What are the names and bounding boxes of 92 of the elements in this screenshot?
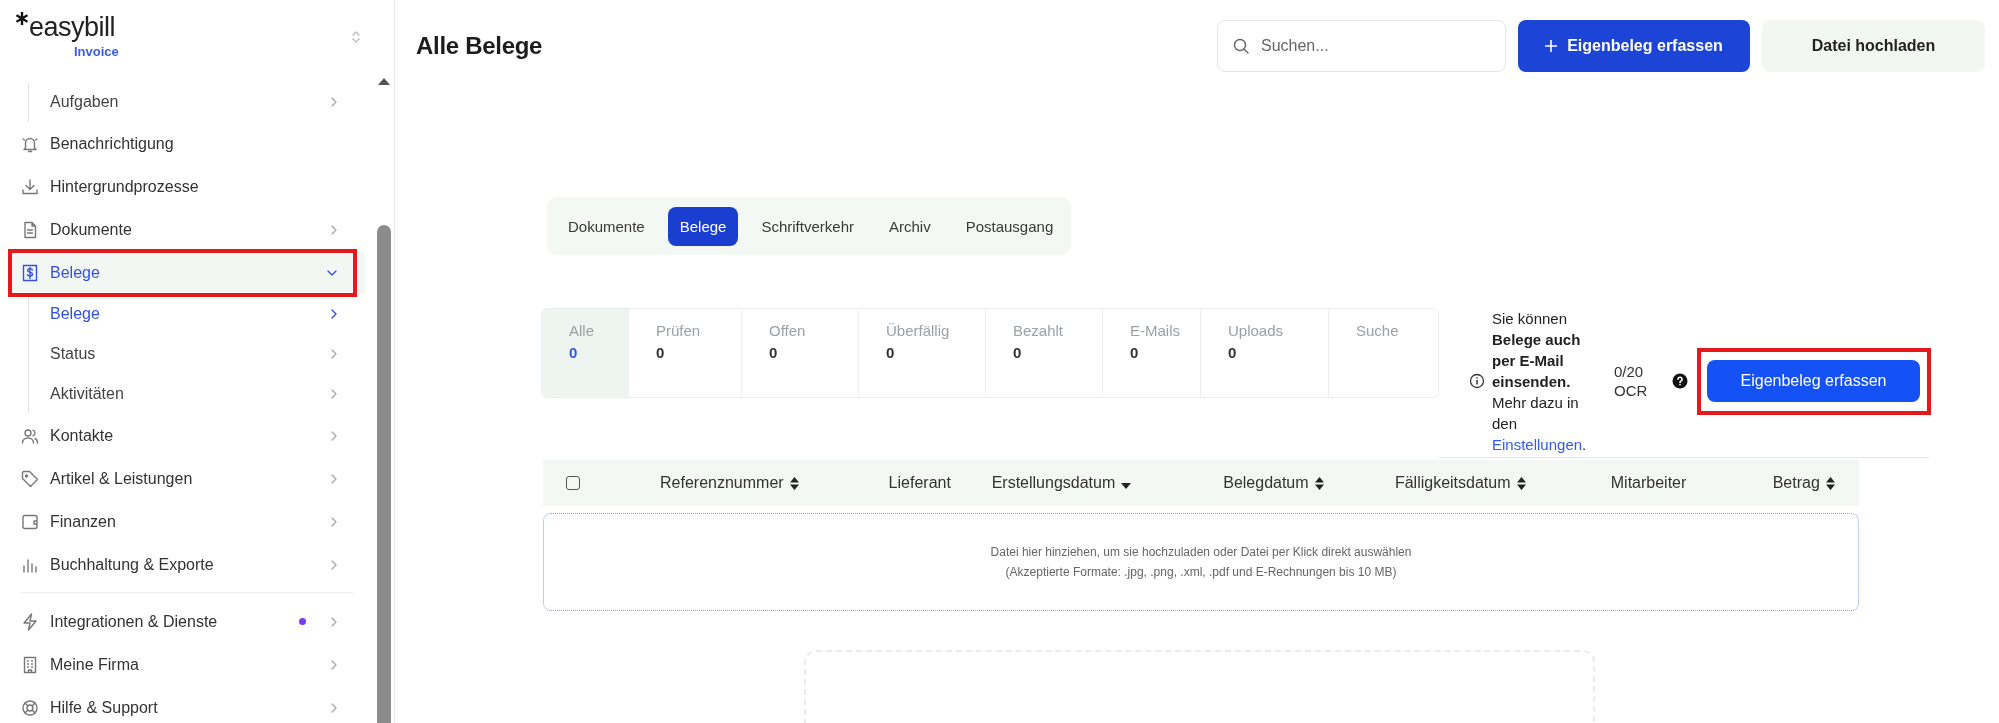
sort-descending-icon (1121, 483, 1132, 489)
chevron-right-icon (330, 96, 338, 108)
logo-wordmark: easybill (29, 12, 116, 42)
accepted-formats-text: (Akzeptierte Formate: .jpg, .png, .xml, .pdf und E-Rechnungen bis 10 MB) (1005, 565, 1397, 579)
chevron-right-icon (330, 515, 338, 528)
column-header[interactable]: Betrag (1772, 474, 1859, 492)
chevron-right-icon (330, 472, 338, 485)
sidebar-subitem[interactable]: Aktivitäten (29, 374, 365, 414)
column-header[interactable]: Fälligkeitsdatum (1394, 474, 1611, 492)
tab[interactable]: Archiv (876, 206, 943, 246)
tab[interactable]: Postausgang (953, 206, 1066, 246)
filter-label: Prüfen (656, 321, 702, 340)
chevron-right-icon (330, 429, 338, 442)
sidebar-item[interactable]: Buchhaltung & Exporte (8, 543, 365, 586)
sidebar-subitem[interactable]: Belege (29, 294, 365, 334)
sidebar-item[interactable]: Belege (8, 251, 365, 294)
sidebar-subitem[interactable]: Status (29, 334, 365, 374)
column-header[interactable]: Erstellungsdatum (991, 474, 1224, 492)
tab[interactable]: Schriftverkehr (749, 206, 866, 246)
sidebar-item[interactable]: Hilfe & Support (8, 686, 365, 723)
filter-label: Alle (569, 321, 595, 340)
filter-label: Suche (1356, 321, 1400, 340)
chevron-down-icon (326, 268, 338, 277)
filter-label: Bezahlt (1013, 321, 1065, 340)
filter-tab[interactable]: Bezahlt 0 (986, 309, 1103, 397)
product-name: Invoice (74, 45, 119, 59)
filter-label: Offen (769, 321, 807, 340)
select-all-checkbox[interactable] (566, 476, 580, 490)
chevron-right-icon (330, 558, 338, 571)
sort-icon (1825, 476, 1835, 490)
sidebar-item[interactable]: Benachrichtigung (8, 122, 365, 165)
lifebuoy-icon (20, 697, 40, 718)
add-receipt-button[interactable]: Eigenbeleg erfassen (1518, 20, 1750, 72)
filter-label: E-Mails (1130, 321, 1181, 340)
chevron-right-icon (330, 308, 338, 320)
sidebar-item[interactable]: Hintergrundprozesse (8, 165, 365, 208)
filter-label: Uploads (1228, 321, 1285, 340)
info-text: Sie können Belege auch per E-Mail einsenden. Mehr dazu in den Einstellungen. (1492, 308, 1588, 455)
chevron-right-icon (330, 388, 338, 400)
column-header[interactable]: Mitarbeiter (1610, 474, 1773, 492)
filter-count: 0 (886, 344, 896, 361)
filter-count: 0 (569, 344, 579, 361)
filter-count: 0 (1130, 344, 1140, 361)
help-icon (1672, 373, 1688, 389)
drop-hint: Datei hier hinziehen, um sie hochzuladen oder Datei per Klick direkt auswählen (990, 545, 1412, 559)
download-icon (20, 176, 40, 197)
sidebar-subitem[interactable]: Aufgaben (29, 82, 365, 122)
upload-file-button[interactable]: Datei hochladen (1762, 20, 1985, 72)
tag-icon (20, 468, 40, 489)
filter-tab[interactable]: Alle 0 (542, 309, 629, 397)
chevron-right-icon (330, 348, 338, 360)
filter-count: 0 (769, 344, 779, 361)
ocr-quota: 0/20 OCR (1614, 362, 1649, 400)
filter-label: Überfällig (886, 321, 951, 340)
sidebar-item[interactable]: Artikel & Leistungen (8, 457, 365, 500)
updown-icon (351, 29, 361, 45)
filter-count: 0 (656, 344, 666, 361)
tab[interactable]: Dokumente (556, 206, 657, 246)
filter-count: 0 (1013, 344, 1023, 361)
chevron-right-icon (330, 615, 338, 628)
sidebar-item[interactable]: Finanzen (8, 500, 365, 543)
search-field[interactable]: Suchen... (1217, 20, 1506, 72)
info-icon (1469, 373, 1485, 389)
sort-icon (1314, 476, 1324, 490)
filter-tab[interactable]: E-Mails 0 (1103, 309, 1201, 397)
filter-tab[interactable]: Uploads 0 (1201, 309, 1329, 397)
filter-tab[interactable]: Überfällig 0 (859, 309, 986, 397)
sidebar-item[interactable]: Integrationen & Dienste (8, 600, 365, 643)
sort-icon (789, 476, 799, 490)
scrollbar-thumb[interactable] (377, 225, 391, 723)
sidebar-item[interactable]: Kontakte (8, 414, 365, 457)
chevron-right-icon (330, 223, 338, 236)
filter-tab[interactable]: Prüfen 0 (629, 309, 742, 397)
add-receipt-button[interactable]: Eigenbeleg erfassen (1707, 360, 1920, 402)
sidebar-item[interactable]: Meine Firma (8, 643, 365, 686)
asterisk-icon (16, 12, 28, 25)
filter-count: 0 (1228, 344, 1238, 361)
sidebar-item[interactable]: Dokumente (8, 208, 365, 251)
chevron-right-icon (330, 701, 338, 714)
filter-tab[interactable]: Offen 0 (742, 309, 859, 397)
tab[interactable]: Belege (667, 206, 739, 246)
column-header[interactable]: Lieferant (888, 474, 992, 492)
chevron-right-icon (330, 658, 338, 671)
page-title: Alle Belege (416, 32, 544, 60)
scroll-up-icon (377, 77, 391, 86)
dollar-receipt-icon (20, 262, 40, 283)
search-icon (1232, 37, 1250, 55)
sort-icon (1516, 476, 1526, 490)
plus-icon (1545, 40, 1558, 52)
column-header[interactable]: Referenznummer (660, 474, 889, 492)
column-header[interactable]: Belegdatum (1223, 474, 1395, 492)
settings-link[interactable]: Einstellungen (1492, 435, 1583, 453)
